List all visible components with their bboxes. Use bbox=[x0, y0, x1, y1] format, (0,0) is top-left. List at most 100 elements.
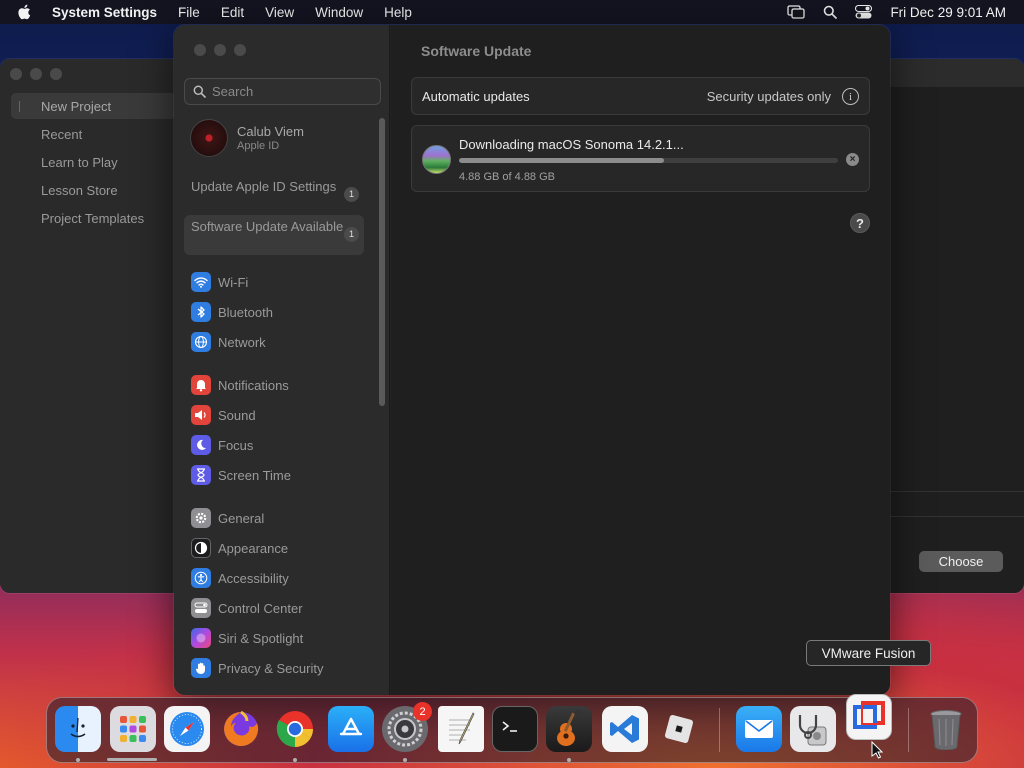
download-status-card: Downloading macOS Sonoma 14.2.1... 4.88 … bbox=[411, 125, 870, 192]
bg-sidebar-item-lesson-store[interactable]: Lesson Store bbox=[11, 177, 176, 203]
moon-icon bbox=[191, 435, 211, 455]
automatic-updates-label: Automatic updates bbox=[422, 89, 530, 104]
zoom-button[interactable] bbox=[50, 68, 62, 80]
running-indicator bbox=[293, 758, 297, 762]
menu-bar: System Settings File Edit View Window He… bbox=[0, 0, 1024, 24]
dock-separator bbox=[719, 708, 720, 752]
siri-icon bbox=[191, 628, 211, 648]
gear-icon bbox=[191, 508, 211, 528]
chrome-icon[interactable] bbox=[272, 706, 318, 752]
sidebar-scrollbar[interactable] bbox=[379, 118, 385, 406]
document-icon bbox=[19, 101, 26, 112]
search-icon bbox=[193, 85, 206, 98]
notification-badge: 1 bbox=[344, 227, 359, 242]
background-details-strip bbox=[890, 491, 1024, 517]
download-progress-bar bbox=[459, 158, 838, 163]
bell-icon bbox=[191, 375, 211, 395]
automatic-updates-row: Automatic updates Security updates only … bbox=[411, 77, 870, 115]
control-center-icon bbox=[191, 598, 211, 618]
sidebar-item-privacy-security[interactable]: Privacy & Security bbox=[191, 657, 323, 679]
menu-help[interactable]: Help bbox=[384, 5, 412, 20]
sidebar-item-siri-spotlight[interactable]: Siri & Spotlight bbox=[191, 627, 303, 649]
zoom-button[interactable] bbox=[234, 44, 246, 56]
menu-clock[interactable]: Fri Dec 29 9:01 AM bbox=[890, 5, 1006, 20]
vscode-icon[interactable] bbox=[602, 706, 648, 752]
garageband-icon[interactable] bbox=[546, 706, 592, 752]
download-progress-fill bbox=[459, 158, 664, 163]
background-toolbar bbox=[890, 59, 1024, 87]
control-center-icon[interactable] bbox=[855, 5, 873, 19]
finder-icon[interactable] bbox=[55, 706, 101, 752]
safari-icon[interactable] bbox=[164, 706, 210, 752]
bluetooth-icon bbox=[191, 302, 211, 322]
avatar bbox=[190, 119, 228, 157]
search-input[interactable] bbox=[212, 84, 372, 99]
menu-window[interactable]: Window bbox=[315, 5, 363, 20]
menu-edit[interactable]: Edit bbox=[221, 5, 244, 20]
sidebar-item-notifications[interactable]: Notifications bbox=[191, 374, 289, 396]
hourglass-icon bbox=[191, 465, 211, 485]
sidebar-item-network[interactable]: Network bbox=[191, 331, 266, 353]
accessibility-icon bbox=[191, 568, 211, 588]
system-settings-window: Calub Viem Apple ID Update Apple ID Sett… bbox=[174, 25, 890, 695]
info-icon[interactable]: i bbox=[842, 88, 859, 105]
sidebar-item-bluetooth[interactable]: Bluetooth bbox=[191, 301, 273, 323]
disk-utility-icon[interactable] bbox=[790, 706, 836, 752]
sidebar-item-wifi[interactable]: Wi-Fi bbox=[191, 271, 248, 293]
close-button[interactable] bbox=[194, 44, 206, 56]
choose-button[interactable]: Choose bbox=[919, 551, 1003, 572]
window-controls bbox=[194, 44, 246, 56]
bg-sidebar-item-recent[interactable]: Recent bbox=[11, 121, 176, 147]
minimize-button[interactable] bbox=[30, 68, 42, 80]
textedit-icon[interactable] bbox=[438, 706, 484, 752]
cancel-download-icon[interactable]: × bbox=[846, 153, 859, 166]
wifi-icon bbox=[191, 272, 211, 292]
roblox-icon[interactable] bbox=[656, 706, 702, 752]
background-sidebar: New Project Recent Learn to Play Lesson … bbox=[0, 59, 180, 593]
sidebar-item-focus[interactable]: Focus bbox=[191, 434, 253, 456]
app-store-icon[interactable] bbox=[328, 706, 374, 752]
bg-sidebar-item-project-templates[interactable]: Project Templates bbox=[11, 205, 176, 231]
trash-icon[interactable] bbox=[923, 706, 969, 752]
vmware-fusion-icon[interactable] bbox=[846, 694, 892, 740]
spotlight-search-icon[interactable] bbox=[823, 5, 838, 19]
search-field[interactable] bbox=[184, 78, 381, 105]
sidebar-item-control-center[interactable]: Control Center bbox=[191, 597, 303, 619]
help-button[interactable]: ? bbox=[850, 213, 870, 233]
firefox-icon[interactable] bbox=[218, 706, 264, 752]
macos-sonoma-icon bbox=[422, 145, 451, 174]
sidebar-item-update-apple-id-settings[interactable]: Update Apple ID Settings 1 bbox=[184, 175, 364, 215]
screen-mirroring-icon[interactable] bbox=[787, 5, 806, 19]
menu-view[interactable]: View bbox=[265, 5, 294, 20]
apple-icon[interactable] bbox=[16, 3, 34, 21]
apple-id-account[interactable]: Calub Viem Apple ID bbox=[190, 119, 304, 157]
background-window-right-pane: Choose bbox=[890, 59, 1024, 593]
hand-icon bbox=[191, 658, 211, 678]
sidebar-item-general[interactable]: General bbox=[191, 507, 264, 529]
sidebar-item-appearance[interactable]: Appearance bbox=[191, 537, 288, 559]
account-name: Calub Viem bbox=[237, 124, 304, 139]
launchpad-indicator bbox=[107, 758, 157, 761]
running-indicator bbox=[567, 758, 571, 762]
terminal-icon[interactable] bbox=[492, 706, 538, 752]
launchpad-icon[interactable] bbox=[110, 706, 156, 752]
menu-file[interactable]: File bbox=[178, 5, 200, 20]
background-window-controls bbox=[10, 68, 62, 80]
download-title: Downloading macOS Sonoma 14.2.1... bbox=[459, 137, 684, 152]
sidebar-item-software-update-available[interactable]: Software Update Available 1 bbox=[184, 215, 364, 255]
automatic-updates-value: Security updates only bbox=[706, 89, 831, 104]
page-title: Software Update bbox=[421, 43, 532, 59]
sidebar-item-screen-time[interactable]: Screen Time bbox=[191, 464, 291, 486]
settings-sidebar: Calub Viem Apple ID Update Apple ID Sett… bbox=[174, 25, 390, 695]
bg-sidebar-item-learn-to-play[interactable]: Learn to Play bbox=[11, 149, 176, 175]
close-button[interactable] bbox=[10, 68, 22, 80]
account-subtitle: Apple ID bbox=[237, 140, 280, 152]
mail-icon[interactable] bbox=[736, 706, 782, 752]
software-update-pane: Software Update Automatic updates Securi… bbox=[391, 25, 890, 695]
sidebar-item-accessibility[interactable]: Accessibility bbox=[191, 567, 289, 589]
sidebar-item-sound[interactable]: Sound bbox=[191, 404, 256, 426]
menu-app-name[interactable]: System Settings bbox=[52, 5, 157, 20]
bg-sidebar-item-new-project[interactable]: New Project bbox=[11, 93, 176, 119]
minimize-button[interactable] bbox=[214, 44, 226, 56]
notification-badge: 1 bbox=[344, 187, 359, 202]
